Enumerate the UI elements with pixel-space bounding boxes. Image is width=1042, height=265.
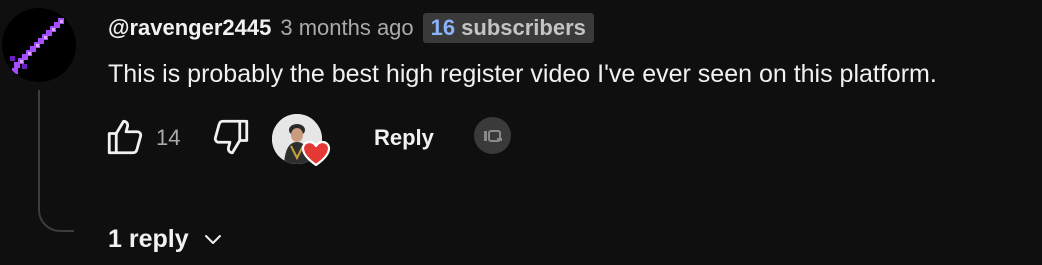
commenter-avatar[interactable]: [2, 8, 76, 82]
comment-text: This is probably the best high register …: [108, 60, 937, 88]
extension-badge-icon: [483, 129, 502, 142]
thumbs-down-icon: [213, 119, 249, 155]
creator-heart-icon: [301, 140, 331, 167]
author-name[interactable]: @ravenger2445: [108, 15, 271, 41]
comment-header: @ravenger2445 3 months ago 16 subscriber…: [108, 13, 594, 43]
extension-badge[interactable]: [474, 117, 511, 154]
like-button[interactable]: [104, 116, 146, 158]
subscriber-count: 16: [430, 15, 456, 40]
replies-count-label: 1 reply: [108, 224, 189, 253]
thread-connector-line: [38, 90, 74, 232]
subscriber-badge: 16 subscribers: [422, 13, 594, 43]
subscriber-label: subscribers: [461, 15, 586, 40]
dislike-button[interactable]: [210, 116, 252, 158]
thumbs-up-icon: [107, 119, 143, 155]
like-count: 14: [156, 125, 181, 150]
chevron-down-icon: [204, 235, 221, 244]
pixel-sword-icon: [10, 18, 64, 74]
reply-button[interactable]: Reply: [374, 124, 434, 152]
view-replies-button[interactable]: 1 reply: [108, 222, 225, 256]
comment-timestamp[interactable]: 3 months ago: [280, 15, 413, 41]
creator-heart: [272, 114, 332, 167]
